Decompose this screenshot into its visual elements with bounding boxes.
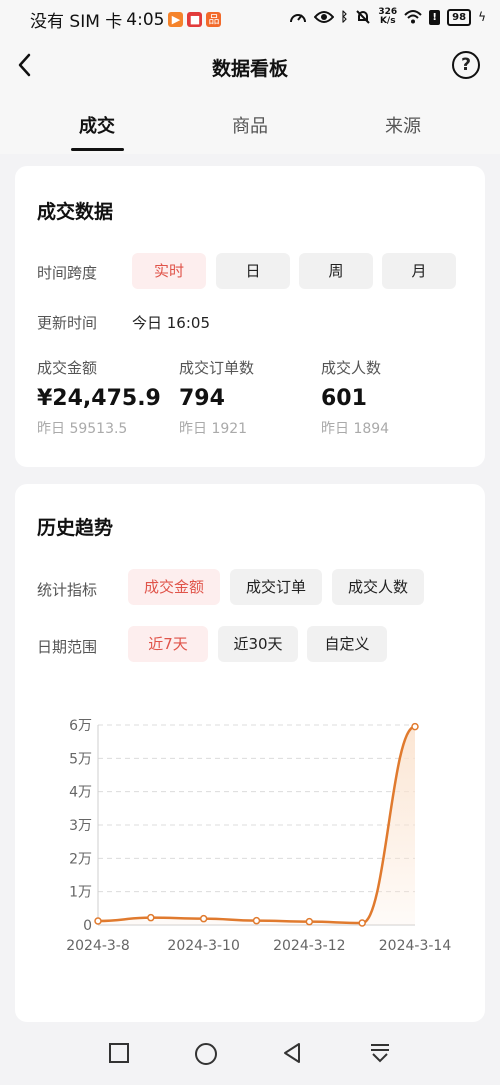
message-app-icon: ■ [187,12,203,27]
data-point [305,917,314,926]
home-icon[interactable] [194,1042,218,1066]
time-span-label: 时间跨度 [37,264,98,282]
notification-pull-icon[interactable] [369,1042,391,1064]
series-area [98,726,415,925]
status-bar: 没有 SIM 卡 4:05 ▶ ■ 品 ᛒ 326 K/s ! 98 ϟ [0,0,500,36]
y-tick-label: 3万 [69,818,92,834]
page-title: 数据看板 [211,58,288,80]
stat-orders: 成交订单数 794 昨日 1921 [179,357,254,438]
trend-chart: 0 1万 2万 3万 4万 5万 6万 2024-3-8 2024-3-10 2024-3-12 2… [66,718,452,954]
nav-bar: 数据看板 ? [0,36,500,96]
stat-amount: 成交金额 ¥24,475.9 昨日 59513.5 [37,357,161,438]
stat-value: 794 [179,386,225,411]
deal-data-card: 成交数据 时间跨度 实时 日 周 月 更新时间 今日 16:05 成交金额 ¥2… [15,166,485,467]
help-icon[interactable]: ? [452,51,480,79]
y-tick-label: 6万 [69,718,92,734]
clock: 4:05 [126,9,165,30]
update-time-value: 今日 16:05 [132,314,210,332]
history-trend-card: 历史趋势 统计指标 成交金额 成交订单 成交人数 日期范围 近7天 近30天 自… [15,484,485,1022]
active-tab-indicator [71,148,124,151]
stat-prev: 昨日 1921 [179,421,248,437]
data-point [411,722,419,731]
y-tick-label: 2万 [69,851,92,867]
speedometer-icon [289,14,306,23]
stat-label: 成交订单数 [179,359,255,377]
data-point [252,916,261,925]
data-point [358,919,366,927]
time-option-month[interactable]: 月 [382,253,456,289]
y-tick-label: 1万 [69,885,92,901]
stat-value: 601 [321,386,367,411]
tab-products[interactable]: 商品 [210,112,290,138]
deal-card-title: 成交数据 [37,201,114,223]
stat-label: 成交人数 [321,359,382,377]
shop-app-icon: 品 [206,12,222,27]
x-tick-label: 2024-3-12 [273,938,345,954]
recent-apps-icon[interactable] [108,1042,130,1064]
battery-indicator: 98 [447,8,472,26]
tab-deal[interactable]: 成交 [57,112,137,138]
time-option-realtime[interactable]: 实时 [132,253,206,289]
bluetooth-icon: ᛒ [340,9,349,25]
stat-label: 成交金额 [37,359,98,377]
net-speed: 326 K/s [378,7,398,26]
sim-alert-icon: ! [429,9,441,25]
x-tick-label: 2024-3-8 [66,938,130,954]
mute-bell-icon [356,10,371,24]
y-tick-label: 0 [83,918,92,934]
eye-icon [313,11,334,23]
stat-prev: 昨日 1894 [321,421,390,437]
back-triangle-icon[interactable] [281,1042,303,1064]
status-left: 没有 SIM 卡 4:05 ▶ ■ 品 [30,7,222,32]
tab-source[interactable]: 来源 [363,112,443,138]
carrier-text: 没有 SIM 卡 [30,12,123,32]
status-right: ᛒ 326 K/s ! 98 ϟ [289,8,486,26]
data-point [94,917,102,925]
x-tick-label: 2024-3-10 [167,938,239,954]
time-option-day[interactable]: 日 [216,253,290,289]
stat-buyers: 成交人数 601 昨日 1894 [321,357,389,438]
data-point [147,913,155,922]
y-tick-label: 5万 [69,751,92,767]
system-nav-bar [0,1025,500,1085]
wifi-icon [404,10,422,24]
update-time-label: 更新时间 [37,314,98,332]
stat-value: ¥24,475.9 [37,386,161,411]
x-tick-label: 2024-3-14 [379,938,452,954]
tab-bar: 成交 商品 来源 [0,96,500,154]
y-tick-label: 4万 [69,785,92,801]
video-app-icon: ▶ [168,12,184,27]
data-point [199,914,208,923]
stat-prev: 昨日 59513.5 [37,421,128,437]
charging-icon: ϟ [478,10,486,24]
time-option-week[interactable]: 周 [299,253,373,289]
